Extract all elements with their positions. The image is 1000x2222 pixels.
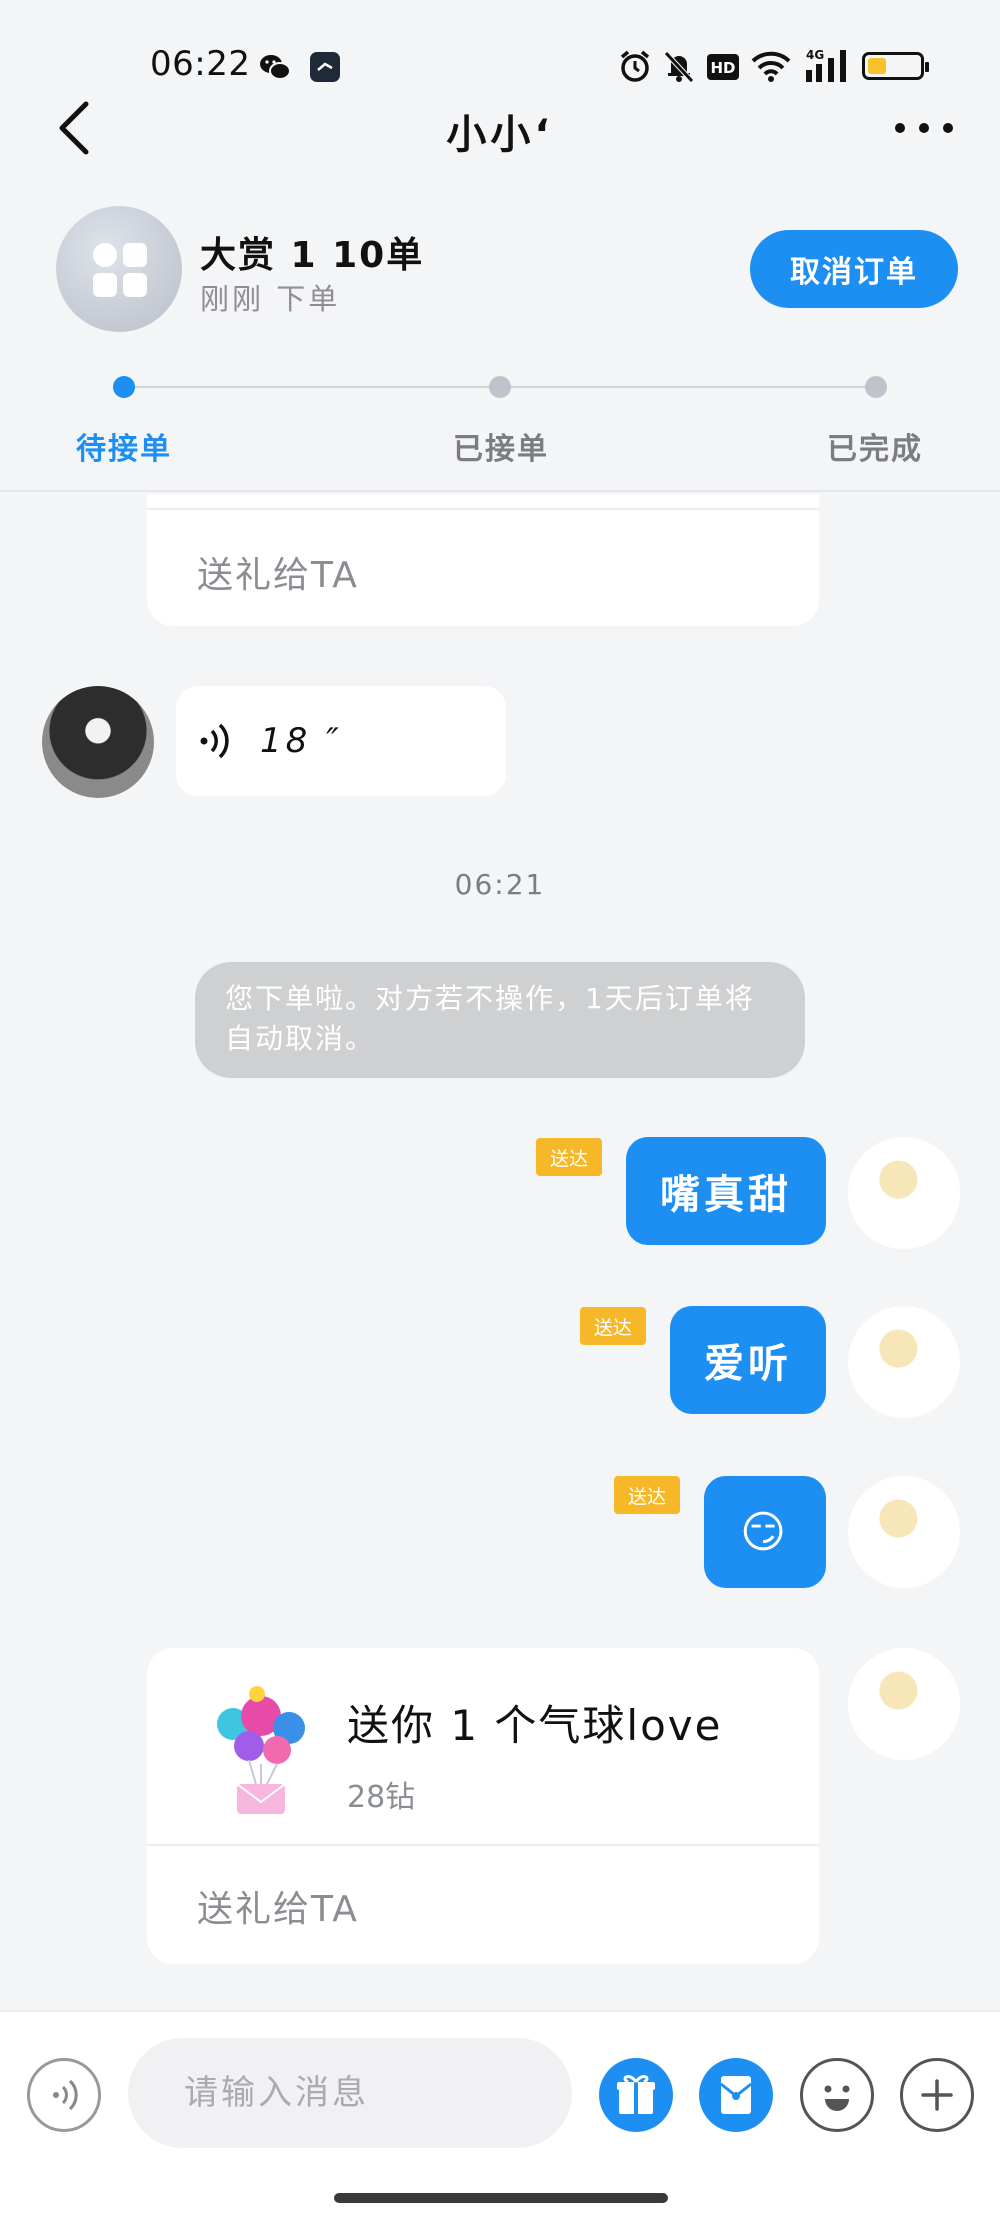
status-time: 06:22 bbox=[150, 44, 251, 84]
card-divider bbox=[147, 1844, 819, 1846]
balloon-gift-icon bbox=[217, 1686, 305, 1814]
red-packet-button[interactable] bbox=[699, 2058, 773, 2132]
my-avatar[interactable] bbox=[848, 1476, 960, 1588]
home-indicator[interactable] bbox=[334, 2193, 668, 2203]
sent-message[interactable]: 嘴真甜 bbox=[626, 1137, 826, 1245]
more-dots-icon bbox=[895, 123, 953, 133]
gift-card-partial: 送礼给TA bbox=[147, 494, 819, 626]
order-title: 大赏 1 10单 bbox=[200, 235, 425, 276]
gift-title: 送你 1 个气球love bbox=[347, 1701, 723, 1750]
message-input[interactable] bbox=[128, 2038, 572, 2148]
emoji-icon bbox=[824, 2085, 850, 2111]
battery-icon bbox=[862, 52, 929, 80]
wechat-icon bbox=[258, 50, 292, 84]
step-label-completed: 已完成 bbox=[827, 432, 923, 467]
voice-message[interactable]: 18 ″ bbox=[176, 686, 506, 796]
cancel-order-button[interactable]: 取消订单 bbox=[750, 230, 958, 308]
gift-card[interactable]: 送你 1 个气球love 28钻 送礼给TA bbox=[147, 1648, 819, 1964]
more-button[interactable] bbox=[890, 110, 960, 146]
alarm-icon bbox=[618, 48, 652, 84]
system-notice: 您下单啦。对方若不操作，1天后订单将自动取消。 bbox=[195, 962, 805, 1078]
send-gift-link[interactable]: 送礼给TA bbox=[197, 1880, 359, 1932]
svg-text:4G: 4G bbox=[806, 48, 824, 62]
order-thumbnail[interactable] bbox=[56, 206, 182, 332]
mute-icon bbox=[662, 48, 696, 84]
voice-duration: 18 ″ bbox=[260, 721, 343, 761]
my-avatar[interactable] bbox=[848, 1306, 960, 1418]
progress-dot-completed bbox=[865, 376, 887, 398]
peer-avatar[interactable] bbox=[42, 686, 154, 798]
message-timestamp: 06:21 bbox=[454, 868, 546, 901]
my-avatar[interactable] bbox=[848, 1648, 960, 1760]
order-subtitle: 刚刚 下单 bbox=[200, 282, 341, 316]
my-avatar[interactable] bbox=[848, 1137, 960, 1249]
apps-grid-icon bbox=[93, 243, 147, 297]
sent-message[interactable]: 爱听 bbox=[670, 1306, 826, 1414]
delivered-badge: 送达 bbox=[580, 1307, 646, 1345]
signal-4g-icon: 4G bbox=[806, 48, 852, 84]
voice-input-icon bbox=[53, 2079, 78, 2111]
progress-dot-accepted bbox=[489, 376, 511, 398]
step-label-pending: 待接单 bbox=[76, 432, 172, 467]
step-label-accepted: 已接单 bbox=[453, 432, 549, 467]
progress-dot-pending bbox=[113, 376, 135, 398]
voice-input-button[interactable] bbox=[27, 2058, 101, 2132]
red-packet-icon bbox=[720, 2076, 752, 2114]
sent-emoji-message[interactable]: 😏 bbox=[704, 1476, 826, 1588]
delivered-badge: 送达 bbox=[536, 1138, 602, 1176]
chat-title: 小小‘ bbox=[446, 112, 554, 158]
clock-app-icon bbox=[308, 50, 342, 84]
card-divider bbox=[147, 508, 819, 510]
wifi-icon bbox=[750, 48, 792, 84]
svg-text:HD: HD bbox=[710, 59, 735, 77]
gift-icon bbox=[617, 2075, 655, 2114]
send-gift-link[interactable]: 送礼给TA bbox=[197, 546, 359, 598]
delivered-badge: 送达 bbox=[614, 1476, 680, 1514]
gift-button[interactable] bbox=[599, 2058, 673, 2132]
plus-icon bbox=[921, 2079, 953, 2111]
voice-wave-icon bbox=[200, 723, 229, 759]
gift-price: 28钻 bbox=[347, 1780, 416, 1815]
header-divider bbox=[0, 490, 1000, 492]
hd-icon: HD bbox=[706, 53, 740, 89]
more-actions-button[interactable] bbox=[900, 2058, 974, 2132]
emoji-button[interactable] bbox=[800, 2058, 874, 2132]
